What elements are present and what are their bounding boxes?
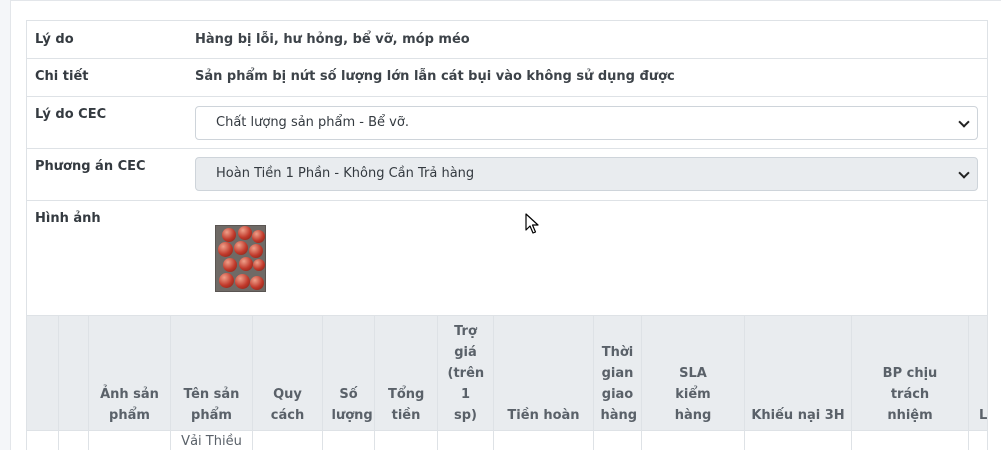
header-cell-13: L [979, 408, 988, 423]
row-cell-delivery-time [594, 431, 642, 450]
header-delivery-time: Thời gian giao hàng [594, 316, 642, 432]
header-total: Tổng tiền [375, 316, 438, 432]
row-cell-spec [253, 431, 323, 450]
cec-reason-label: Lý do CEC [35, 107, 107, 122]
row-cell-sla [642, 431, 745, 450]
row-cell-1 [59, 431, 89, 450]
table-row: Vải Thiều [27, 431, 987, 450]
cec-reason-row: Lý do CEC Chất lượng sản phẩm - Bể vỡ. [27, 97, 987, 149]
images-label: Hình ảnh [35, 211, 101, 226]
row-cell-product-image [89, 431, 171, 450]
reason-value: Hàng bị lỗi, hư hỏng, bể vỡ, móp méo [195, 32, 470, 47]
header-product-name: Tên sản phẩm [171, 316, 253, 432]
header-subsidy: Trợ giá (trên 1 sp) [438, 316, 494, 432]
chevron-down-icon [958, 116, 970, 128]
details-label: Chi tiết [35, 69, 89, 84]
cec-plan-selected-value: Hoàn Tiền 1 Phần - Không Cần Trả hàng [216, 166, 475, 181]
details-value: Sản phẩm bị nứt số lượng lớn lẫn cát bụi… [195, 69, 675, 84]
cec-plan-label: Phương án CEC [35, 159, 146, 174]
row-cell-responsible-dept [852, 431, 969, 450]
cec-plan-select[interactable]: Hoàn Tiền 1 Phần - Không Cần Trả hàng [195, 157, 978, 191]
header-cell-1 [59, 316, 89, 432]
complaint-detail-table: Lý do Hàng bị lỗi, hư hỏng, bể vỡ, móp m… [26, 20, 988, 450]
cec-reason-select[interactable]: Chất lượng sản phẩm - Bể vỡ. [195, 106, 978, 140]
cec-plan-row: Phương án CEC Hoàn Tiền 1 Phần - Không C… [27, 149, 987, 201]
header-responsible-dept: BP chịu trách nhiệm [852, 316, 969, 432]
chevron-down-icon [958, 167, 970, 179]
cec-reason-selected-value: Chất lượng sản phẩm - Bể vỡ. [216, 115, 409, 130]
product-image-thumbnail[interactable] [215, 225, 266, 292]
images-row: Hình ảnh [27, 201, 987, 315]
header-refund: Tiền hoàn [494, 316, 594, 432]
reason-row: Lý do Hàng bị lỗi, hư hỏng, bể vỡ, móp m… [27, 21, 987, 59]
row-cell-complaint-3h [745, 431, 852, 450]
row-cell-quantity [323, 431, 375, 450]
row-cell-product-name: Vải Thiều [171, 431, 253, 450]
row-cell-refund [494, 431, 594, 450]
details-row: Chi tiết Sản phẩm bị nứt số lượng lớn lẫ… [27, 59, 987, 97]
row-cell-13 [969, 431, 987, 450]
row-cell-total [375, 431, 438, 450]
reason-label: Lý do [35, 32, 74, 47]
mouse-pointer-icon [525, 213, 539, 234]
header-cell-0 [27, 316, 59, 432]
header-product-image: Ảnh sản phẩm [89, 316, 171, 432]
product-table-header: Ảnh sản phẩm Tên sản phẩm Quy cách Số lư… [27, 315, 987, 432]
header-complaint-3h: Khiếu nại 3H [745, 316, 852, 432]
row-cell-subsidy [438, 431, 494, 450]
header-spec: Quy cách [253, 316, 323, 432]
row-cell-0 [27, 431, 59, 450]
header-sla: SLA kiểm hàng [642, 316, 745, 432]
header-quantity: Số lượng [323, 316, 375, 432]
